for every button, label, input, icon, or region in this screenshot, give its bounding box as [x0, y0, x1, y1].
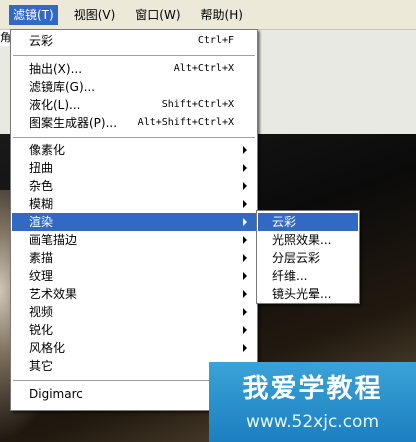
menu-item-label: 素描: [29, 251, 54, 265]
menu-item-pattern-maker[interactable]: 图案生成器(P)... Alt+Shift+Ctrl+X: [12, 114, 256, 132]
menu-item-texture[interactable]: 纹理: [12, 267, 256, 285]
submenu-arrow-icon: [243, 254, 247, 262]
submenu-item-clouds[interactable]: 云彩: [258, 213, 358, 231]
menu-item-label: 风格化: [29, 341, 66, 355]
submenu-item-label: 镜头光晕...: [272, 287, 332, 301]
menu-item-distort[interactable]: 扭曲: [12, 159, 256, 177]
menu-item-artistic[interactable]: 艺术效果: [12, 285, 256, 303]
menu-item-label: 抽出(X)...: [29, 62, 83, 76]
submenu-arrow-icon: [243, 326, 247, 334]
submenu-item-fibers[interactable]: 纤维...: [258, 267, 358, 285]
menu-item-liquify[interactable]: 液化(L)... Shift+Ctrl+X: [12, 96, 256, 114]
menu-item-blur[interactable]: 模糊: [12, 195, 256, 213]
menu-item-brush-strokes[interactable]: 画笔描边: [12, 231, 256, 249]
submenu-arrow-icon: [243, 272, 247, 280]
menu-item-shortcut: Alt+Shift+Ctrl+X: [137, 117, 234, 128]
menu-item-label: 锐化: [29, 323, 54, 337]
menu-item-label: 其它: [29, 359, 54, 373]
menu-item-label: 杂色: [29, 179, 54, 193]
menu-bar: 滤镜(T) 视图(V) 窗口(W) 帮助(H): [0, 0, 416, 30]
watermark-url: www.52xjc.com: [245, 412, 380, 432]
menu-item-filter-gallery[interactable]: 滤镜库(G)...: [12, 78, 256, 96]
menu-item-label: 扭曲: [29, 161, 54, 175]
submenu-arrow-icon: [243, 344, 247, 352]
submenu-arrow-icon: [243, 146, 247, 154]
submenu-item-label: 纤维...: [272, 269, 308, 283]
submenu-arrow-icon: [243, 308, 247, 316]
menu-item-render[interactable]: 渲染: [12, 213, 256, 231]
render-submenu: 云彩 光照效果... 分层云彩 纤维... 镜头光晕...: [256, 210, 360, 304]
submenu-item-difference-clouds[interactable]: 分层云彩: [258, 249, 358, 267]
watermark: 我爱学教程 www.52xjc.com: [209, 362, 416, 442]
menu-item-pixelate[interactable]: 像素化: [12, 141, 256, 159]
submenu-item-label: 光照效果...: [272, 233, 332, 247]
menu-item-sketch[interactable]: 素描: [12, 249, 256, 267]
submenu-arrow-icon: [243, 182, 247, 190]
menu-item-label: 像素化: [29, 143, 66, 157]
submenu-arrow-icon: [243, 164, 247, 172]
menu-item-label: 渲染: [29, 215, 54, 229]
menu-separator: [13, 137, 255, 138]
menu-item-shortcut: Alt+Ctrl+X: [173, 63, 234, 74]
menu-item-label: 模糊: [29, 197, 54, 211]
submenu-item-lens-flare[interactable]: 镜头光晕...: [258, 285, 358, 303]
submenu-arrow-icon: [243, 218, 247, 226]
menu-item-shortcut: Ctrl+F: [197, 35, 234, 46]
submenu-item-label: 分层云彩: [272, 251, 321, 265]
submenu-arrow-icon: [243, 290, 247, 298]
menu-help[interactable]: 帮助(H): [197, 5, 247, 25]
menu-view[interactable]: 视图(V): [70, 5, 120, 25]
menu-item-extract[interactable]: 抽出(X)... Alt+Ctrl+X: [12, 60, 256, 78]
menu-item-label: 图案生成器(P)...: [29, 116, 118, 130]
menu-item-label: 视频: [29, 305, 54, 319]
submenu-item-lighting-effects[interactable]: 光照效果...: [258, 231, 358, 249]
menu-item-label: 艺术效果: [29, 287, 78, 301]
submenu-item-label: 云彩: [272, 215, 297, 229]
menu-filter[interactable]: 滤镜(T): [9, 4, 58, 25]
filter-menu: 云彩 Ctrl+F 抽出(X)... Alt+Ctrl+X 滤镜库(G)... …: [10, 29, 258, 411]
menu-item-label: 滤镜库(G)...: [29, 80, 96, 94]
watermark-title: 我爱学教程: [242, 374, 383, 404]
menu-item-video[interactable]: 视频: [12, 303, 256, 321]
menu-item-label: 云彩: [29, 34, 54, 48]
menu-item-label: 纹理: [29, 269, 54, 283]
menu-item-shortcut: Shift+Ctrl+X: [161, 99, 234, 110]
menu-item-label: 液化(L)...: [29, 98, 81, 112]
menu-item-noise[interactable]: 杂色: [12, 177, 256, 195]
menu-item-label: Digimarc: [29, 387, 83, 401]
menu-separator: [13, 55, 255, 56]
menu-item-last-filter[interactable]: 云彩 Ctrl+F: [12, 32, 256, 50]
submenu-arrow-icon: [243, 200, 247, 208]
menu-item-sharpen[interactable]: 锐化: [12, 321, 256, 339]
menu-item-stylize[interactable]: 风格化: [12, 339, 256, 357]
menu-item-label: 画笔描边: [29, 233, 78, 247]
menu-window[interactable]: 窗口(W): [131, 5, 184, 25]
submenu-arrow-icon: [243, 236, 247, 244]
